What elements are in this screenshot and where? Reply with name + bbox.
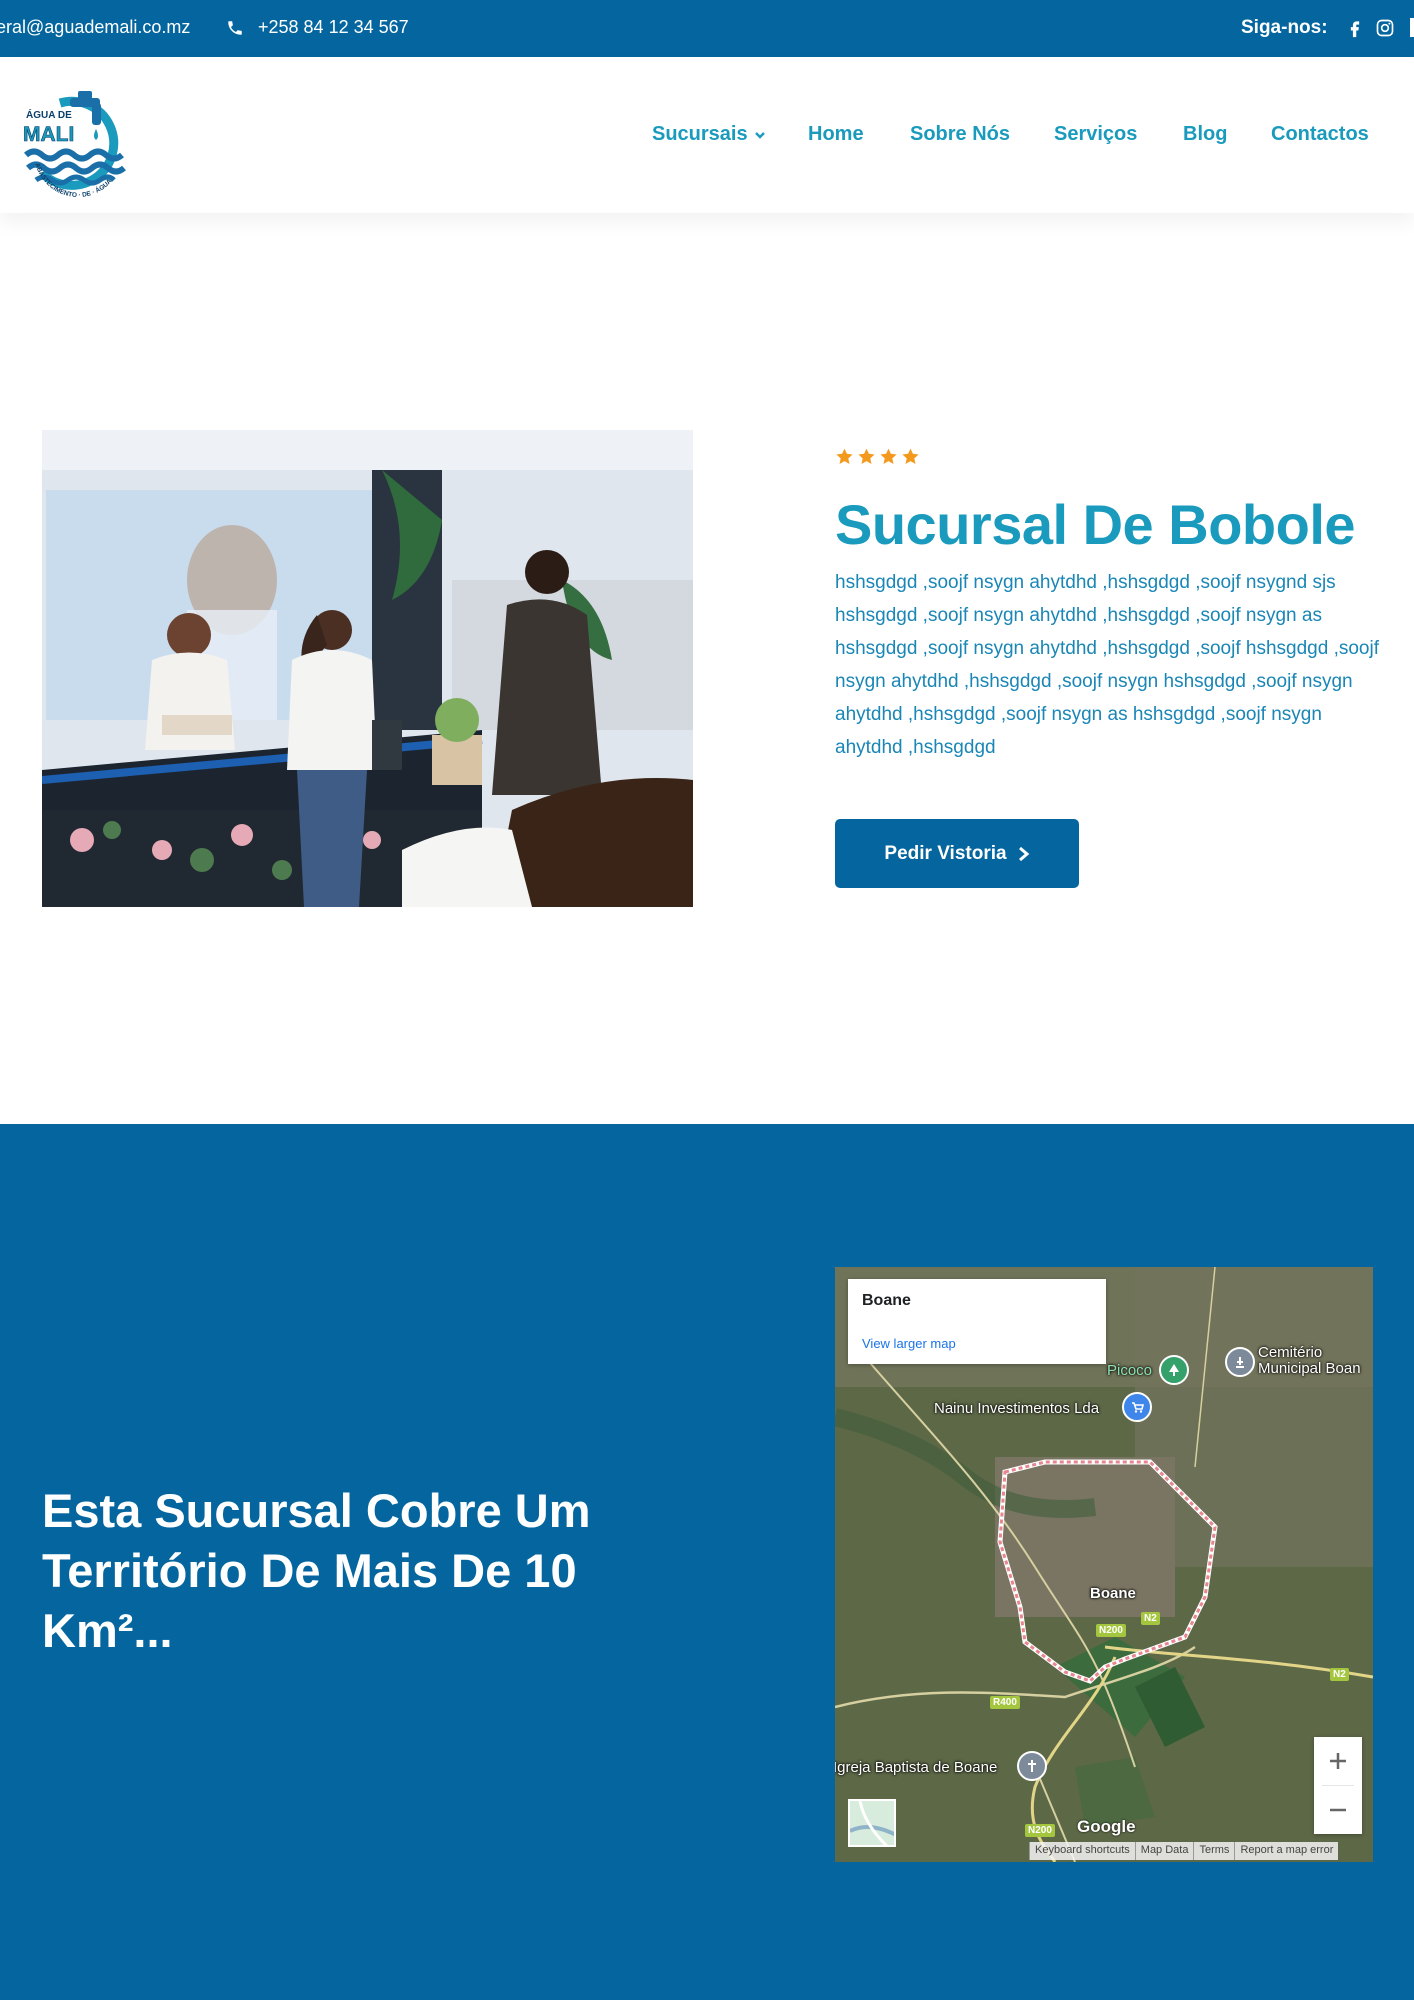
coverage-heading: Esta Sucursal Cobre Um Território De Mai…	[42, 1484, 591, 1657]
phone-number: +258 84 12 34 567	[258, 17, 409, 37]
branch-photo	[42, 430, 693, 907]
star-icon	[858, 448, 875, 464]
map-label-igreja: Igreja Baptista de Boane	[835, 1759, 998, 1776]
pedir-vistoria-label: Pedir Vistoria	[884, 842, 1007, 864]
shopping-pin-icon[interactable]	[1122, 1392, 1152, 1422]
chevron-right-icon	[1018, 846, 1029, 861]
view-larger-map-link[interactable]: View larger map	[862, 1336, 956, 1351]
map-data-link[interactable]: Map Data	[1134, 1842, 1194, 1860]
nav-sobre-nos[interactable]: Sobre Nós	[910, 123, 1010, 146]
minus-icon	[1330, 1808, 1346, 1812]
map-thumbnail-icon	[850, 1801, 894, 1845]
road-shield-n2: N2	[1141, 1612, 1160, 1625]
nav-servicos[interactable]: Serviços	[1054, 123, 1137, 146]
nav-sucursais-label: Sucursais	[652, 123, 748, 145]
zoom-out-button[interactable]	[1314, 1786, 1362, 1834]
park-pin-icon[interactable]	[1159, 1355, 1189, 1385]
church-pin-icon[interactable]	[1017, 1751, 1047, 1781]
star-icon	[836, 448, 853, 464]
embedded-map[interactable]: Boane View larger map Picoco Cemitério M…	[835, 1267, 1373, 1862]
contact-phone[interactable]: +258 84 12 34 567	[226, 17, 409, 38]
nav-blog[interactable]: Blog	[1183, 123, 1227, 146]
branch-description: hshsgdgd ,soojf nsygn ahytdhd ,hshsgdgd …	[835, 572, 1379, 758]
map-place-name: Boane	[862, 1292, 911, 1309]
road-shield-n200-south: N200	[1025, 1824, 1055, 1837]
branch-title: Sucursal De Bobole	[835, 493, 1356, 556]
facebook-icon[interactable]	[1345, 18, 1365, 38]
plus-icon	[1330, 1753, 1346, 1769]
zoom-in-button[interactable]	[1314, 1737, 1362, 1785]
chevron-down-icon	[754, 131, 765, 139]
star-icon	[902, 448, 919, 464]
road-shield-r400: R400	[990, 1696, 1020, 1709]
road-shield-n2-east: N2	[1330, 1668, 1349, 1681]
map-label-boane: Boane	[1090, 1585, 1136, 1602]
map-info-card: Boane View larger map	[848, 1279, 1106, 1364]
keyboard-shortcuts-link[interactable]: Keyboard shortcuts	[1029, 1842, 1135, 1860]
follow-label: Siga-nos:	[1241, 17, 1328, 38]
map-label-nainu: Nainu Investimentos Lda	[934, 1400, 1100, 1417]
map-label-cemiterio-line2: Municipal Boan	[1258, 1360, 1361, 1377]
pedir-vistoria-button[interactable]: Pedir Vistoria	[835, 819, 1079, 888]
star-icon	[880, 448, 897, 464]
svg-text:MALI: MALI	[23, 123, 74, 146]
map-attribution: Keyboard shortcuts Map Data Terms Report…	[1029, 1842, 1339, 1860]
map-label-cemiterio-line1: Cemitério	[1258, 1344, 1323, 1361]
top-bar: geral@aguademali.co.mz +258 84 12 34 567…	[0, 0, 1414, 57]
coverage-section: Esta Sucursal Cobre Um Território De Mai…	[0, 1124, 1414, 2000]
phone-icon	[228, 20, 242, 35]
map-zoom-control	[1314, 1737, 1362, 1834]
cemetery-pin-icon[interactable]	[1225, 1347, 1255, 1377]
site-header: ÁGUA DE MALI ABASTECIMENTO · DE · ÁGUA S…	[0, 57, 1414, 213]
rating-stars	[835, 447, 920, 466]
report-error-link[interactable]: Report a map error	[1234, 1842, 1339, 1860]
nav-contactos[interactable]: Contactos	[1271, 123, 1369, 146]
google-logo: Google	[1077, 1817, 1136, 1836]
nav-home[interactable]: Home	[808, 123, 864, 146]
nav-sucursais[interactable]: Sucursais	[652, 123, 766, 146]
map-label-cemiterio: Cemitério Municipal Boan	[1258, 1345, 1361, 1377]
instagram-icon[interactable]	[1375, 18, 1395, 38]
social-icon-clipped[interactable]	[1410, 18, 1414, 37]
contact-email[interactable]: geral@aguademali.co.mz	[0, 17, 190, 38]
svg-text:ÁGUA DE: ÁGUA DE	[26, 108, 72, 121]
map-layer-toggle[interactable]	[848, 1799, 896, 1847]
agua-de-mali-logo[interactable]: ÁGUA DE MALI ABASTECIMENTO · DE · ÁGUA	[22, 73, 130, 197]
road-shield-n200: N200	[1096, 1624, 1126, 1637]
map-label-picoco: Picoco	[1107, 1362, 1153, 1379]
terms-link[interactable]: Terms	[1193, 1842, 1235, 1860]
